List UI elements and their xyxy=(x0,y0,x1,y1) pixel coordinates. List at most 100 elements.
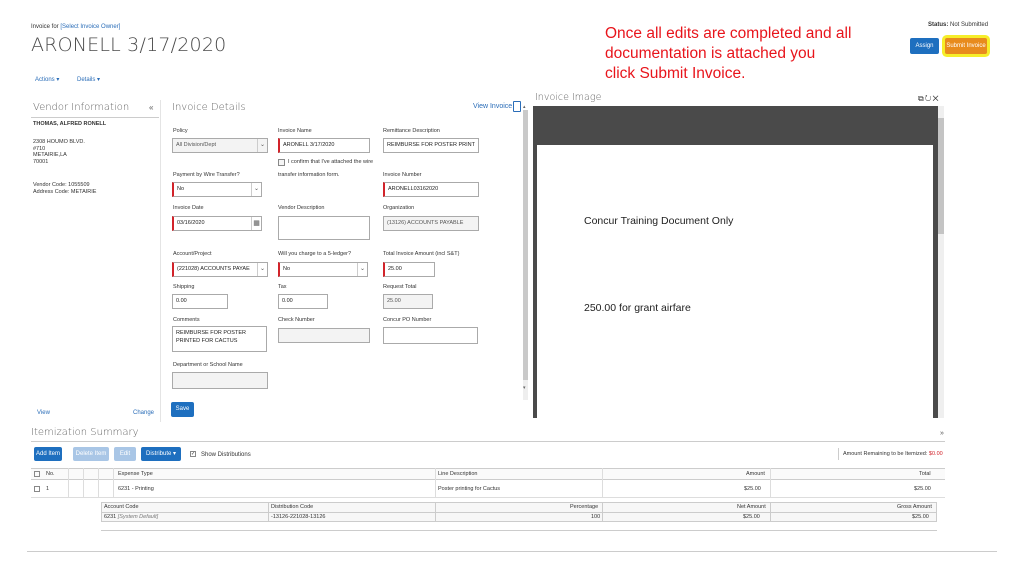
wire-confirm-label-2: transfer information form. xyxy=(278,172,340,178)
details-scrollbar-thumb[interactable] xyxy=(523,110,528,380)
column-divider xyxy=(770,502,771,522)
instruction-note: Once all edits are completed and all doc… xyxy=(605,24,905,84)
status-line: Status: Not Submitted xyxy=(928,22,988,28)
chevron-down-icon: ▾ xyxy=(56,77,60,83)
tax-label: Tax xyxy=(278,284,287,290)
document-text-line: Concur Training Document Only xyxy=(584,215,734,227)
invoice-image-panel: Invoice Image ⧉↻✕ Concur Training Docume… xyxy=(533,92,945,422)
vendor-address-line: 2308 HOUMO BLVD. xyxy=(33,139,85,145)
total-amount-input[interactable]: 25.00 xyxy=(383,262,435,277)
organization-label: Organization xyxy=(383,205,415,211)
dist-account-code-value: 6231 xyxy=(104,514,117,520)
comments-line: REIMBURSE FOR POSTER xyxy=(176,330,246,336)
comments-textarea[interactable]: REIMBURSE FOR POSTER PRINTED FOR CACTUS xyxy=(172,326,267,352)
wire-transfer-select[interactable]: No ⌄ xyxy=(172,182,262,197)
dist-account-code-note: [System Default] xyxy=(117,514,159,520)
invoice-date-input[interactable]: 03/16/2020 ▦ xyxy=(172,216,262,231)
department-field xyxy=(172,372,268,389)
organization-field: (13126) ACCOUNTS PAYABLE xyxy=(383,216,479,231)
row-checkbox[interactable] xyxy=(34,486,40,492)
page-title: ARONELL 3/17/2020 xyxy=(31,34,227,56)
row-no: 1 xyxy=(46,486,50,492)
image-scrollbar-thumb[interactable] xyxy=(938,118,944,234)
submit-invoice-button[interactable]: Submit Invoice xyxy=(945,38,987,54)
row-amount: $25.00 xyxy=(744,486,761,492)
select-invoice-owner-link[interactable]: [Select Invoice Owner] xyxy=(60,24,120,30)
chevron-down-icon: ▾ xyxy=(173,451,177,457)
sledger-select[interactable]: No ⌄ xyxy=(278,262,368,277)
concur-po-input[interactable] xyxy=(383,327,478,344)
request-total-field: 25.00 xyxy=(383,294,433,309)
divider xyxy=(31,117,159,118)
amount-remaining: Amount Remaining to be Itemized: $0.00 xyxy=(843,451,943,457)
wire-confirm-label: I confirm that I've attached the wire xyxy=(288,159,374,165)
invoice-for-label: Invoice for xyxy=(31,24,59,30)
divider xyxy=(31,441,945,442)
add-item-button[interactable]: Add Item xyxy=(34,447,62,461)
chevron-down-icon: ⌄ xyxy=(357,263,367,276)
edit-button[interactable]: Edit xyxy=(114,447,136,461)
invoice-number-input[interactable]: ARONELL03162020 xyxy=(383,182,479,197)
expand-icon[interactable]: » xyxy=(940,430,944,437)
column-header-total[interactable]: Total xyxy=(919,471,931,477)
column-divider xyxy=(602,502,603,522)
vendor-change-link[interactable]: Change xyxy=(133,410,154,416)
view-invoice-link[interactable]: View Invoice xyxy=(473,103,512,110)
vendor-codes: Vendor Code: 1055509 Address Code: METAI… xyxy=(33,182,96,195)
tax-input[interactable]: 0.00 xyxy=(278,294,328,309)
instruction-line-3: click Submit Invoice. xyxy=(605,65,746,82)
department-label: Department or School Name xyxy=(173,362,243,368)
itemization-title: Itemization Summary xyxy=(31,427,139,438)
vendor-address-line: 70001 xyxy=(33,158,49,165)
assign-button[interactable]: Assign xyxy=(910,38,939,54)
policy-select[interactable]: All Division/Dept ⌄ xyxy=(172,138,268,153)
vendor-view-link[interactable]: View xyxy=(37,410,50,416)
account-project-select[interactable]: (221028) ACCOUNTS PAYAE ⌄ xyxy=(172,262,268,277)
dist-header-account-code: Account Code xyxy=(104,504,139,510)
dist-gross-amount: $25.00 xyxy=(912,514,929,520)
document-icon[interactable] xyxy=(513,101,521,112)
distribute-button[interactable]: Distribute ▾ xyxy=(141,447,181,461)
chevron-down-icon: ⌄ xyxy=(257,263,267,276)
address-code: Address Code: METAIRIE xyxy=(33,188,97,195)
restore-icon[interactable]: ⧉ xyxy=(918,94,925,103)
delete-item-button[interactable]: Delete Item xyxy=(73,447,109,461)
column-divider xyxy=(268,502,269,522)
scroll-up-icon[interactable]: ▴ xyxy=(523,104,526,110)
actions-menu[interactable]: Actions ▾ xyxy=(35,76,59,83)
total-amount-label: Total Invoice Amount (incl S&T) xyxy=(383,251,460,257)
column-header-amount[interactable]: Amount xyxy=(746,471,765,477)
scroll-down-icon[interactable]: ▾ xyxy=(523,385,526,391)
column-header-line-description[interactable]: Line Description xyxy=(438,471,477,477)
column-header-no[interactable]: No. xyxy=(46,471,55,477)
chevron-down-icon: ⌄ xyxy=(257,139,267,152)
collapse-left-icon[interactable]: « xyxy=(149,103,153,112)
shipping-label: Shipping xyxy=(173,284,195,290)
show-distributions-checkbox[interactable]: ✓ xyxy=(190,451,196,457)
invoice-date-label: Invoice Date xyxy=(173,205,204,211)
document-text-line: 250.00 for grant airfare xyxy=(584,302,691,314)
wire-confirm-checkbox[interactable] xyxy=(278,159,285,166)
remittance-input[interactable]: REIMBURSE FOR POSTER PRINT xyxy=(383,138,479,153)
dist-header-percentage: Percentage xyxy=(570,504,599,510)
wire-transfer-label: Payment by Wire Transfer? xyxy=(173,172,240,178)
column-header-expense-type[interactable]: Expense Type xyxy=(118,471,153,477)
instruction-line-2: documentation is attached you xyxy=(605,45,816,62)
dist-account-code: 6231 [System Default] xyxy=(104,514,158,520)
status-label: Status: xyxy=(928,22,949,28)
select-all-checkbox[interactable] xyxy=(34,471,40,477)
instruction-line-1: Once all edits are completed and all xyxy=(605,25,852,42)
shipping-input[interactable]: 0.00 xyxy=(172,294,228,309)
divider xyxy=(101,512,937,513)
invoice-name-input[interactable]: ARONELL 3/17/2020 xyxy=(278,138,370,153)
details-menu[interactable]: Details ▾ xyxy=(77,76,100,83)
close-icon[interactable]: ✕ xyxy=(932,94,939,103)
vendor-description-input[interactable] xyxy=(278,216,370,240)
account-project-label: Account/Project xyxy=(173,251,212,257)
chevron-down-icon: ▾ xyxy=(97,77,101,83)
sledger-label: Will you charge to a 5-ledger? xyxy=(278,251,352,257)
save-button[interactable]: Save xyxy=(171,402,194,417)
invoice-details-title: Invoice Details xyxy=(172,102,246,113)
policy-label: Policy xyxy=(173,128,188,134)
calendar-icon[interactable]: ▦ xyxy=(251,217,261,230)
